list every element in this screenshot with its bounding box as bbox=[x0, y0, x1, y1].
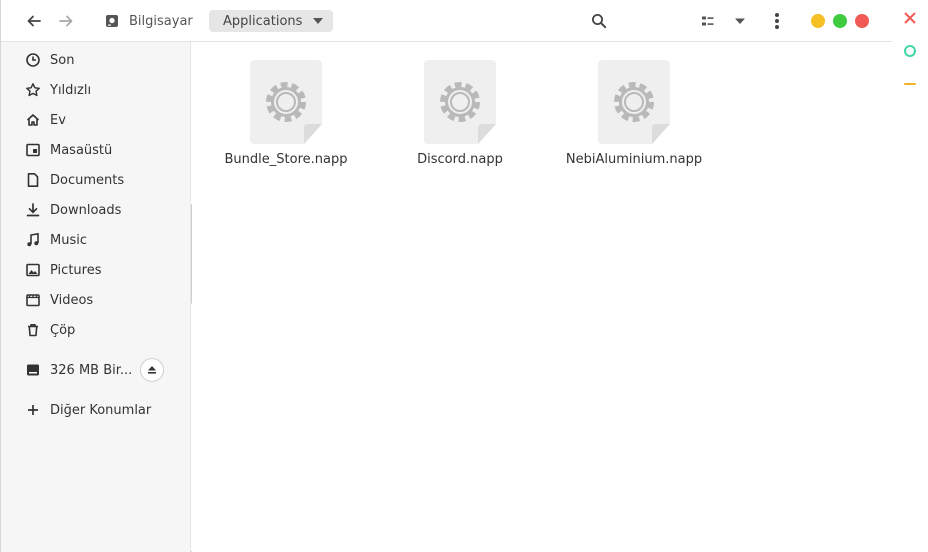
executable-gear-icon bbox=[424, 60, 496, 144]
file-name: Bundle_Store.napp bbox=[224, 152, 348, 167]
sidebar-item-other-locations[interactable]: Diğer Konumlar bbox=[23, 399, 183, 421]
file-view: Bundle_Store.napp Discord.napp NebiAlumi… bbox=[192, 42, 892, 552]
sidebar-item-recent[interactable]: Son bbox=[23, 49, 183, 71]
circle-icon bbox=[904, 45, 916, 57]
sidebar-item-label: Downloads bbox=[50, 202, 122, 218]
file-item[interactable]: NebiAluminium.napp bbox=[564, 60, 704, 180]
sidebar: Son Yıldızlı Ev Masaüstü Documents Downl… bbox=[1, 42, 191, 552]
plus-icon bbox=[23, 400, 43, 420]
sidebar-item-home[interactable]: Ev bbox=[23, 109, 183, 131]
path-home-label: Bilgisayar bbox=[129, 13, 193, 29]
file-name: NebiAluminium.napp bbox=[565, 152, 703, 167]
close-icon bbox=[904, 12, 916, 24]
minus-icon bbox=[904, 83, 916, 85]
file-item[interactable]: Bundle_Store.napp bbox=[216, 60, 356, 180]
back-button[interactable] bbox=[22, 9, 46, 33]
path-bar-current[interactable]: Applications bbox=[209, 10, 333, 32]
document-icon bbox=[23, 170, 43, 190]
maximize-button[interactable] bbox=[833, 14, 847, 28]
sidebar-item-starred[interactable]: Yıldızlı bbox=[23, 79, 183, 101]
executable-gear-icon bbox=[250, 60, 322, 144]
file-item[interactable]: Discord.napp bbox=[390, 60, 530, 180]
download-icon bbox=[23, 200, 43, 220]
sidebar-item-label: Diğer Konumlar bbox=[50, 402, 152, 418]
sidebar-item-label: 326 MB Bir... bbox=[50, 362, 133, 378]
forward-arrow-icon bbox=[59, 15, 73, 27]
minimize-button[interactable] bbox=[811, 14, 825, 28]
sidebar-item-label: Çöp bbox=[50, 322, 76, 338]
main-menu-button[interactable] bbox=[765, 9, 789, 33]
menu-dots-icon bbox=[775, 13, 779, 29]
sidebar-item-label: Music bbox=[50, 232, 87, 248]
search-icon bbox=[592, 14, 607, 29]
music-icon bbox=[23, 230, 43, 250]
sidebar-item-desktop[interactable]: Masaüstü bbox=[23, 139, 183, 161]
back-arrow-icon bbox=[27, 15, 41, 27]
sidebar-item-label: Son bbox=[50, 52, 75, 68]
path-bar-home[interactable]: Bilgisayar bbox=[105, 10, 193, 32]
search-button[interactable] bbox=[587, 9, 611, 33]
sidebar-item-downloads[interactable]: Downloads bbox=[23, 199, 183, 221]
sidebar-item-label: Masaüstü bbox=[50, 142, 113, 158]
side-close-button[interactable] bbox=[902, 10, 918, 26]
header-bar: Bilgisayar Applications bbox=[1, 0, 892, 42]
drive-icon bbox=[106, 15, 118, 27]
eject-icon bbox=[148, 366, 156, 374]
file-name: Discord.napp bbox=[417, 152, 503, 167]
side-minimize-button[interactable] bbox=[902, 76, 918, 92]
view-options-button[interactable] bbox=[728, 9, 752, 33]
picture-icon bbox=[23, 260, 43, 280]
sidebar-item-music[interactable]: Music bbox=[23, 229, 183, 251]
trash-icon bbox=[23, 320, 43, 340]
executable-gear-icon bbox=[598, 60, 670, 144]
sidebar-item-label: Videos bbox=[50, 292, 94, 308]
chevron-down-icon bbox=[313, 18, 323, 24]
file-manager-window: Bilgisayar Applications Son Yıldızlı Ev … bbox=[0, 0, 892, 552]
sidebar-item-label: Documents bbox=[50, 172, 125, 188]
desktop-icon bbox=[23, 140, 43, 160]
chevron-down-icon bbox=[735, 18, 745, 24]
view-mode-button[interactable] bbox=[696, 9, 720, 33]
sidebar-item-documents[interactable]: Documents bbox=[23, 169, 183, 191]
side-maximize-button[interactable] bbox=[902, 43, 918, 59]
eject-button[interactable] bbox=[140, 358, 164, 382]
sidebar-item-trash[interactable]: Çöp bbox=[23, 319, 183, 341]
sidebar-item-label: Pictures bbox=[50, 262, 102, 278]
forward-button[interactable] bbox=[54, 9, 78, 33]
path-current-label: Applications bbox=[223, 13, 303, 29]
home-icon bbox=[23, 110, 43, 130]
sidebar-item-label: Ev bbox=[50, 112, 66, 128]
sidebar-item-videos[interactable]: Videos bbox=[23, 289, 183, 311]
list-view-icon bbox=[702, 16, 714, 26]
sidebar-item-label: Yıldızlı bbox=[50, 82, 92, 98]
star-icon bbox=[23, 80, 43, 100]
clock-icon bbox=[23, 50, 43, 70]
sidebar-item-pictures[interactable]: Pictures bbox=[23, 259, 183, 281]
drive-icon bbox=[23, 360, 43, 380]
video-icon bbox=[23, 290, 43, 310]
close-button[interactable] bbox=[855, 14, 869, 28]
